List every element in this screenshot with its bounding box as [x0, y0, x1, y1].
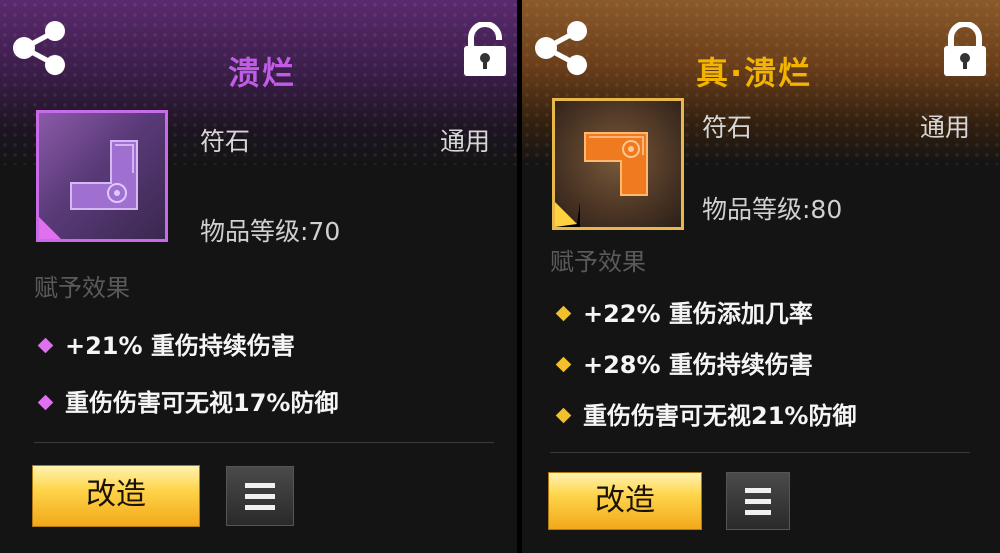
diamond-bullet-icon [37, 394, 54, 410]
item-icon-frame[interactable] [552, 98, 684, 230]
diamond-bullet-icon [555, 356, 572, 372]
divider-line [34, 442, 494, 443]
rarity-corner-marker [555, 202, 580, 227]
menu-button[interactable] [226, 466, 294, 526]
rune-icon [70, 140, 138, 210]
item-level: 物品等级:80 [702, 195, 843, 224]
diamond-bullet-icon [37, 337, 54, 353]
item-usage: 通用 [920, 113, 971, 142]
item-level: 物品等级:70 [200, 217, 341, 246]
diamond-bullet-icon [555, 407, 572, 423]
divider-line [550, 452, 970, 453]
effects-label: 赋予效果 [550, 248, 646, 276]
effect-line: 重伤伤害可无视17%防御 [37, 383, 338, 418]
item-card-right: 真·溃烂 符石 通用 物品等级:80 赋予效果 +22% 重伤添加几率 +28%… [522, 0, 1000, 553]
modify-button[interactable]: 改造 [32, 465, 200, 527]
effect-line: +28% 重伤持续伤害 [555, 345, 813, 380]
item-card-left: 溃烂 符石 通用 物品等级:70 赋予效果 +21% 重伤持续伤害 重伤伤害可无… [0, 0, 517, 553]
item-type: 符石 [702, 113, 753, 142]
effects-label: 赋予效果 [34, 274, 130, 302]
menu-button[interactable] [726, 472, 790, 530]
share-icon[interactable] [532, 18, 592, 78]
diamond-bullet-icon [555, 305, 572, 321]
modify-button[interactable]: 改造 [548, 472, 702, 530]
item-title: 溃烂 [228, 54, 297, 92]
rarity-corner-marker [39, 217, 61, 239]
rune-icon [584, 132, 648, 196]
item-icon-frame[interactable] [36, 110, 168, 242]
item-type: 符石 [200, 127, 251, 156]
effect-line: 重伤伤害可无视21%防御 [555, 396, 856, 431]
lock-icon[interactable] [942, 22, 988, 78]
unlock-icon[interactable] [462, 22, 508, 78]
item-title: 真·溃烂 [696, 54, 813, 92]
share-icon[interactable] [10, 18, 70, 78]
item-usage: 通用 [440, 127, 491, 156]
effect-line: +21% 重伤持续伤害 [37, 326, 295, 361]
effect-line: +22% 重伤添加几率 [555, 294, 813, 329]
